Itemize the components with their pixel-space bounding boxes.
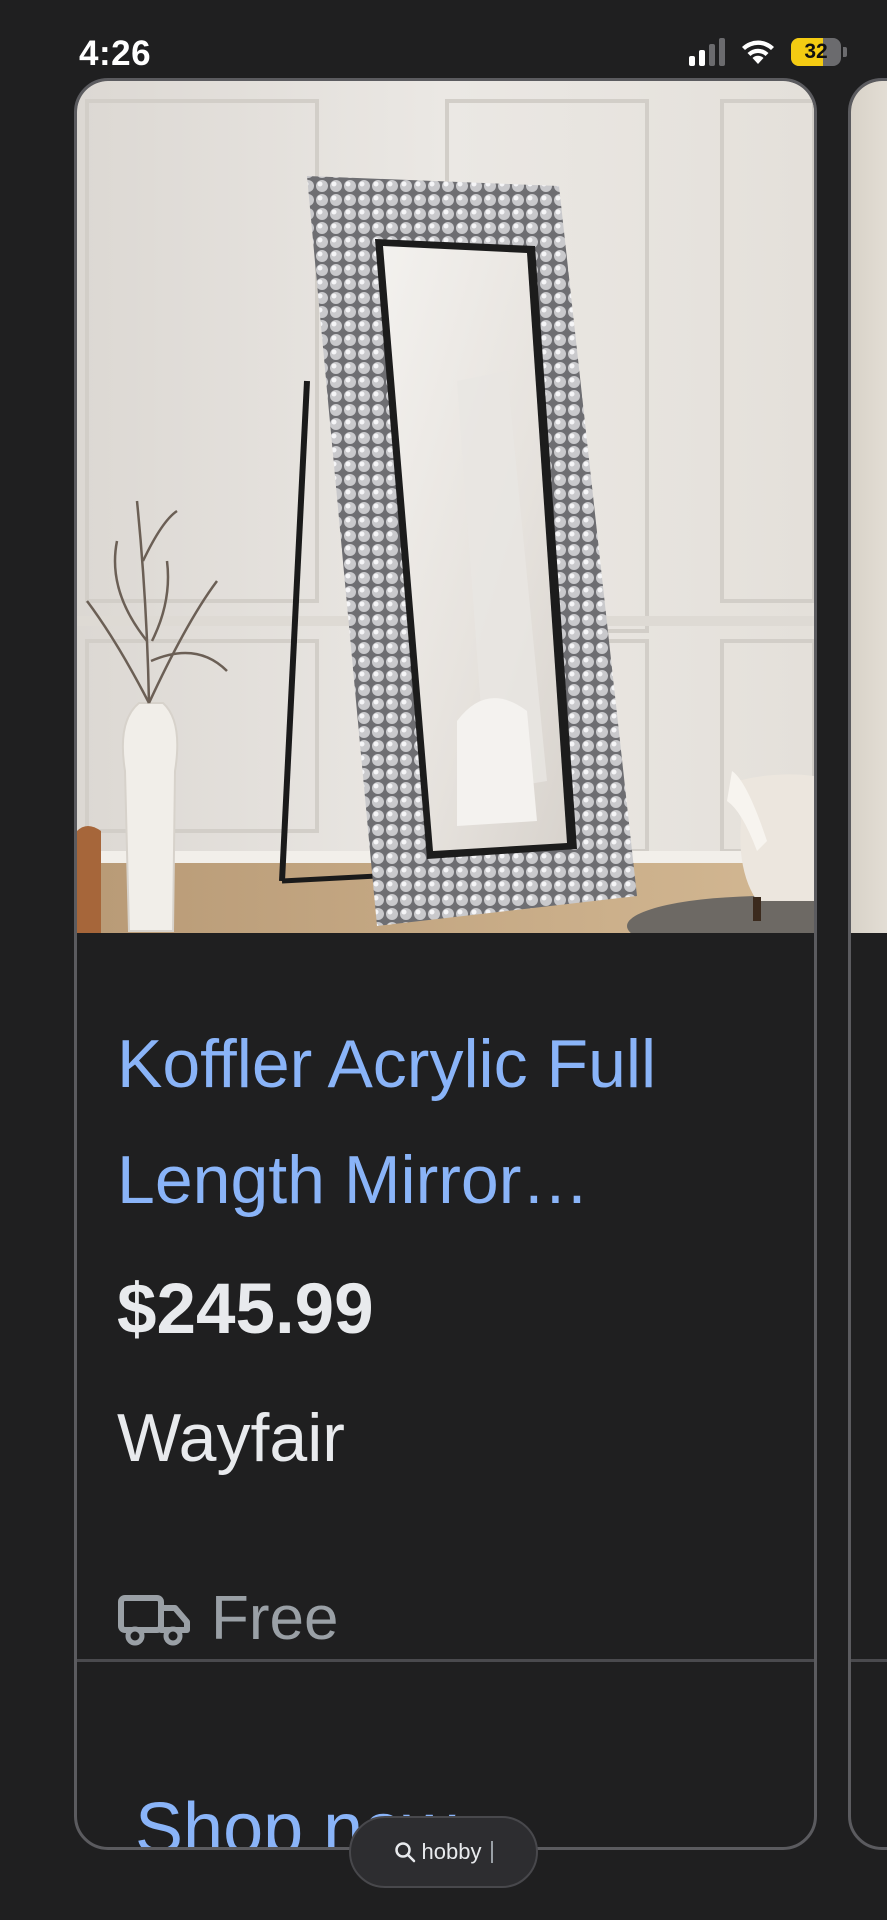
divider [851, 1659, 887, 1662]
search-chip[interactable]: hobby [349, 1816, 538, 1888]
screen: 4:26 32 Koffler Acrylic Full Length Mirr… [0, 0, 887, 1920]
status-icons: 32 [689, 38, 847, 66]
product-title[interactable]: Koffler Acrylic Full Length Mirror… [117, 1006, 777, 1238]
search-query: hobby [421, 1839, 482, 1864]
next-product-card[interactable] [848, 78, 887, 1850]
status-time: 4:26 [79, 34, 152, 73]
battery-icon: 32 [791, 38, 847, 66]
seller-name: Wayfair [117, 1400, 345, 1476]
product-price: $245.99 [117, 1270, 374, 1349]
cellular-signal-icon [689, 38, 725, 66]
divider [77, 1659, 814, 1662]
text-cursor [491, 1841, 494, 1863]
wifi-icon [742, 40, 774, 64]
truck-icon [118, 1594, 190, 1645]
search-icon [394, 1842, 415, 1863]
battery-level: 32 [804, 40, 828, 63]
shipping-info: Free [117, 1583, 338, 1654]
shipping-label: Free [211, 1584, 339, 1653]
next-product-image [851, 81, 887, 933]
product-card[interactable]: Koffler Acrylic Full Length Mirror… $245… [74, 78, 817, 1850]
product-image[interactable] [77, 81, 814, 933]
